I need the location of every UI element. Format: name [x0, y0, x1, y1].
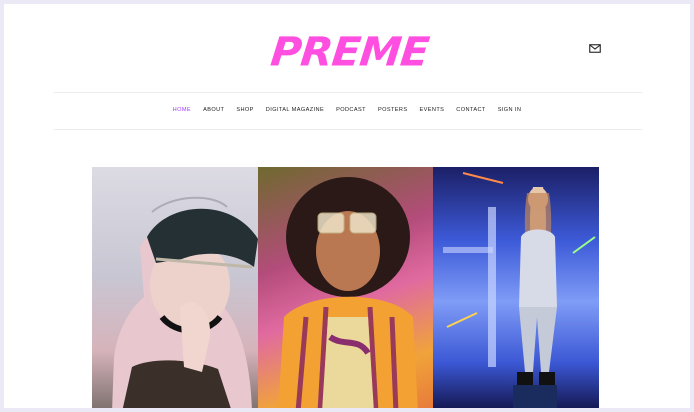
gallery-photo-2[interactable]: [258, 167, 433, 408]
portrait-sunglasses-jacket-illustration: [278, 177, 418, 408]
site-logo[interactable]: PREME: [269, 28, 431, 75]
nav-item-shop[interactable]: SHOP: [236, 104, 253, 116]
logo-text[interactable]: PREME: [269, 28, 431, 75]
gallery-photo-1[interactable]: [92, 167, 258, 408]
gallery-photo-3[interactable]: [433, 167, 599, 408]
photo-gallery: [92, 167, 599, 408]
nav-item-events[interactable]: EVENTS: [420, 104, 445, 116]
main-nav: HOME ABOUT SHOP DIGITAL MAGAZINE PODCAST…: [4, 104, 690, 116]
nav-item-podcast[interactable]: PODCAST: [336, 104, 366, 116]
nav-item-about[interactable]: ABOUT: [203, 104, 224, 116]
nav-divider-bottom: [54, 129, 642, 130]
nav-item-posters[interactable]: POSTERS: [378, 104, 408, 116]
nav-item-contact[interactable]: CONTACT: [456, 104, 485, 116]
nav-item-home[interactable]: HOME: [173, 104, 191, 116]
page: PREME HOME ABOUT SHOP DIGITAL MAGAZINE P…: [4, 4, 690, 408]
nav-item-digital-magazine[interactable]: DIGITAL MAGAZINE: [266, 104, 324, 116]
portrait-captain-hat-illustration: [112, 196, 258, 408]
portrait-silver-outfit-illustration: [443, 172, 596, 408]
nav-item-sign-in[interactable]: SIGN IN: [498, 104, 522, 116]
mail-icon[interactable]: [589, 44, 601, 53]
nav-divider-top: [54, 92, 642, 93]
